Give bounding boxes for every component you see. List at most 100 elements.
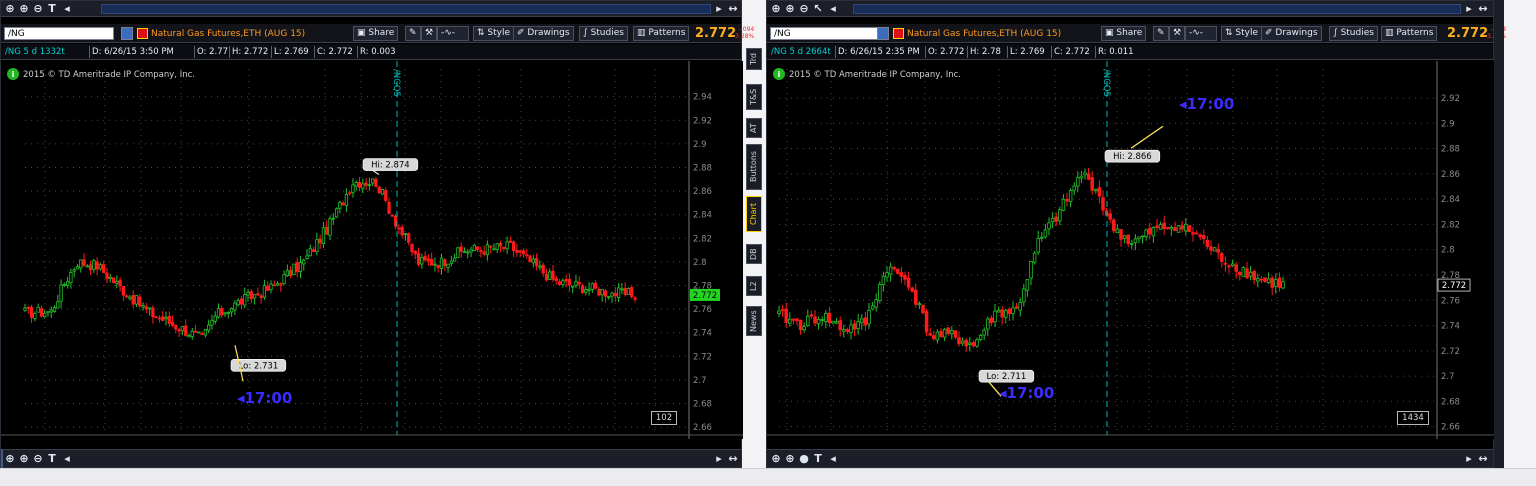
crosshair-icon[interactable]: ⊕ xyxy=(4,453,16,465)
scroll-right-icon[interactable]: ▸ xyxy=(713,3,725,15)
cursor-icon[interactable]: ↖ xyxy=(812,3,824,15)
info-date: D: 6/26/15 3:50 PM xyxy=(89,46,176,58)
zoom-in-icon[interactable]: ⊕ xyxy=(784,3,796,15)
tab-buttons[interactable]: Buttons xyxy=(746,144,762,190)
zoom-out-icon[interactable]: ⊖ xyxy=(32,3,44,15)
candle-body xyxy=(371,178,375,184)
zoom-out-icon[interactable]: ⊖ xyxy=(798,3,810,15)
candle-body xyxy=(1180,225,1184,230)
symbol-input[interactable]: /NG xyxy=(4,27,114,40)
tab-trd[interactable]: Trd xyxy=(746,48,762,70)
candle-body xyxy=(780,309,785,312)
patterns-button[interactable]: ▥ Patterns xyxy=(1381,26,1438,41)
studies-button[interactable]: ∫ Studies xyxy=(579,26,628,41)
candle-body xyxy=(177,329,181,332)
price-type-button[interactable]: -∿- xyxy=(437,26,469,41)
drawings-button[interactable]: ✐ Drawings xyxy=(513,26,574,41)
candle-body xyxy=(374,178,378,187)
scroll-left-icon[interactable]: ◂ xyxy=(827,3,839,15)
candle-body xyxy=(1058,209,1062,222)
tab-db[interactable]: DB xyxy=(746,244,762,264)
candle-body xyxy=(59,284,63,302)
speech-bubble-icon[interactable]: ● xyxy=(798,453,810,465)
scrollbar-track[interactable] xyxy=(853,4,1461,14)
candle-body xyxy=(190,330,194,337)
candle-body xyxy=(903,275,907,280)
wrench-button[interactable]: ✎ xyxy=(1153,26,1169,41)
info-icon-glyph: i xyxy=(778,70,781,79)
expand-icon[interactable]: ↔ xyxy=(727,3,739,15)
scroll-left-icon[interactable]: ◂ xyxy=(61,3,73,15)
candle-body xyxy=(305,255,309,259)
candle-body xyxy=(942,328,947,338)
zoom-out-icon[interactable]: ⊖ xyxy=(32,453,44,465)
expand-icon[interactable]: ↔ xyxy=(727,453,739,465)
candle-body xyxy=(1072,185,1076,191)
candle-body xyxy=(252,294,257,299)
price-type-button[interactable]: -∿- xyxy=(1185,26,1217,41)
scroll-right-icon[interactable]: ▸ xyxy=(1463,453,1475,465)
settings-button[interactable]: ⚒ xyxy=(421,26,438,41)
candle-body xyxy=(125,295,129,298)
expand-icon[interactable]: ↔ xyxy=(1477,3,1489,15)
candle-body xyxy=(842,329,846,332)
info-open: O: 2.772 xyxy=(925,46,966,58)
candle-body xyxy=(170,321,175,326)
crosshair-icon[interactable]: ⊕ xyxy=(770,3,782,15)
candle-body xyxy=(1212,247,1217,252)
scroll-right-icon[interactable]: ▸ xyxy=(713,453,725,465)
scroll-right-icon[interactable]: ▸ xyxy=(1463,3,1475,15)
tab-l2[interactable]: L2 xyxy=(746,276,762,296)
settings-button[interactable]: ⚒ xyxy=(1169,26,1186,41)
candle-body xyxy=(246,292,250,296)
candle-body xyxy=(633,297,637,300)
symbol-dropdown-icon[interactable] xyxy=(877,27,889,40)
share-button[interactable]: ▣ Share xyxy=(353,26,399,41)
scrollbar-track[interactable] xyxy=(101,4,711,14)
candle-body xyxy=(1126,234,1130,244)
style-button[interactable]: ⇅ Style xyxy=(1221,26,1263,41)
crosshair-icon[interactable]: ⊕ xyxy=(770,453,782,465)
candle-body xyxy=(820,319,824,322)
patterns-button[interactable]: ▥ Patterns xyxy=(633,26,690,41)
studies-button[interactable]: ∫ Studies xyxy=(1329,26,1378,41)
candle-body xyxy=(910,287,914,292)
text-tool-icon[interactable]: T xyxy=(812,453,824,465)
expand-icon[interactable]: ↔ xyxy=(1477,453,1489,465)
scroll-left-icon[interactable]: ◂ xyxy=(827,453,839,465)
symbol-input[interactable]: /NG xyxy=(770,27,880,40)
tab-news[interactable]: News xyxy=(746,306,762,336)
candle-body xyxy=(1036,238,1040,253)
info-close: C: 2.772 xyxy=(1051,46,1092,58)
candle-body xyxy=(26,306,30,309)
crosshair-icon[interactable]: ⊕ xyxy=(4,3,16,15)
text-tool-icon[interactable]: T xyxy=(46,3,58,15)
style-button[interactable]: ⇅ Style xyxy=(473,26,515,41)
price-tag: 2.772 xyxy=(693,291,717,301)
tab-time-and-sales[interactable]: T&S xyxy=(746,84,762,110)
scroll-left-icon[interactable]: ◂ xyxy=(61,453,73,465)
candle-body xyxy=(430,258,434,266)
wrench-button[interactable]: ✎ xyxy=(405,26,421,41)
zoom-in-icon[interactable]: ⊕ xyxy=(18,3,30,15)
share-button[interactable]: ▣ Share xyxy=(1101,26,1147,41)
candle-body xyxy=(928,332,932,336)
text-tool-icon[interactable]: T xyxy=(46,453,58,465)
candle-body xyxy=(420,257,424,265)
candle-body xyxy=(607,296,611,299)
info-bar-right: /NG 5 d 2664t D: 6/26/15 2:35 PM O: 2.77… xyxy=(767,44,1493,60)
drawings-button[interactable]: ✐ Drawings xyxy=(1261,26,1322,41)
candlestick-chart-left[interactable]: 2.942.922.92.882.862.842.822.82.782.762.… xyxy=(1,61,743,439)
tab-at[interactable]: AT xyxy=(746,118,762,138)
candle-body xyxy=(1054,216,1058,222)
candle-body xyxy=(878,284,882,302)
candle-body xyxy=(452,257,457,262)
symbol-dropdown-icon[interactable] xyxy=(121,27,133,40)
zoom-in-icon[interactable]: ⊕ xyxy=(18,453,30,465)
candlestick-chart-right[interactable]: 2.922.92.882.862.842.822.82.782.762.742.… xyxy=(767,61,1495,439)
candle-body xyxy=(616,287,621,298)
zoom-in-icon[interactable]: ⊕ xyxy=(784,453,796,465)
candle-body xyxy=(1252,270,1256,281)
tab-chart[interactable]: Chart xyxy=(746,196,762,232)
scrollbar-thumb[interactable] xyxy=(1,449,3,470)
